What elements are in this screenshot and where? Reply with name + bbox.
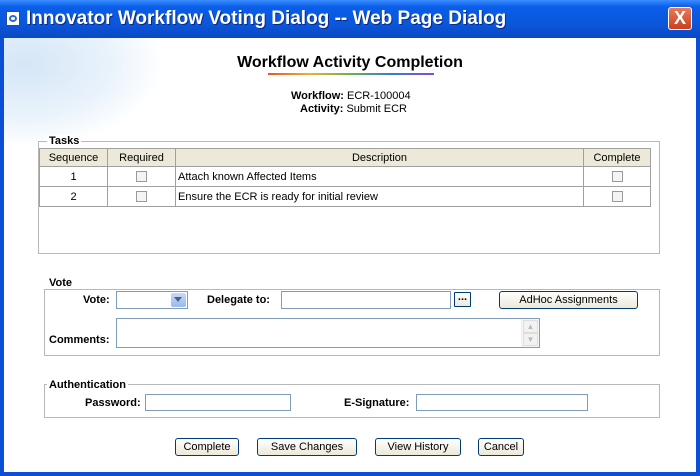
- delegate-input[interactable]: [281, 291, 451, 309]
- comments-scrollbar[interactable]: ▲ ▼: [521, 319, 539, 347]
- required-checkbox[interactable]: [136, 191, 147, 203]
- window-title: Innovator Workflow Voting Dialog -- Web …: [26, 8, 507, 29]
- workflow-info: Workflow: ECR-100004: [291, 90, 411, 102]
- ie-page-icon: [6, 11, 20, 26]
- dialog-window: Innovator Workflow Voting Dialog -- Web …: [0, 0, 700, 476]
- complete-checkbox[interactable]: [611, 191, 623, 203]
- close-button[interactable]: X: [668, 7, 692, 30]
- title-underline: [268, 73, 434, 75]
- sequence-cell: 1: [39, 166, 108, 187]
- page-title: Workflow Activity Completion: [237, 54, 463, 71]
- required-checkbox[interactable]: [136, 171, 147, 183]
- complete-cell: [583, 186, 651, 207]
- adhoc-assignments-button[interactable]: AdHoc Assignments: [499, 291, 638, 309]
- complete-button[interactable]: Complete: [175, 438, 239, 456]
- vote-select[interactable]: [116, 291, 188, 309]
- title-bar[interactable]: Innovator Workflow Voting Dialog -- Web …: [0, 0, 700, 38]
- sequence-cell: 2: [39, 186, 108, 207]
- password-input[interactable]: [145, 394, 291, 411]
- workflow-label: Workflow:: [291, 90, 344, 102]
- esignature-input[interactable]: [416, 394, 588, 411]
- delegate-label: Delegate to:: [207, 294, 270, 306]
- view-history-button[interactable]: View History: [375, 438, 461, 456]
- description-cell: Ensure the ECR is ready for initial revi…: [175, 186, 584, 207]
- complete-cell: [583, 166, 651, 187]
- scroll-up-icon[interactable]: ▲: [523, 320, 538, 333]
- tasks-table: Sequence Required Description Complete 1…: [39, 148, 651, 207]
- activity-label: Activity:: [300, 103, 344, 115]
- vote-legend: Vote: [47, 277, 75, 289]
- workflow-value: ECR-100004: [347, 90, 411, 102]
- required-cell: [107, 186, 176, 207]
- column-header-description[interactable]: Description: [175, 148, 584, 167]
- required-cell: [107, 166, 176, 187]
- table-row: 1 Attach known Affected Items: [39, 166, 651, 187]
- column-header-required[interactable]: Required: [107, 148, 176, 167]
- activity-info: Activity: Submit ECR: [300, 103, 407, 115]
- comments-textarea[interactable]: ▲ ▼: [116, 318, 540, 348]
- scroll-down-icon[interactable]: ▼: [523, 333, 538, 346]
- password-label: Password:: [85, 397, 141, 409]
- column-header-complete[interactable]: Complete: [583, 148, 651, 167]
- esignature-label: E-Signature:: [344, 397, 410, 409]
- chevron-down-icon[interactable]: [171, 293, 186, 307]
- complete-checkbox[interactable]: [611, 171, 623, 183]
- tasks-legend: Tasks: [47, 135, 82, 147]
- description-cell: Attach known Affected Items: [175, 166, 584, 187]
- delegate-browse-button[interactable]: ...: [454, 292, 471, 307]
- activity-value: Submit ECR: [346, 103, 407, 115]
- save-changes-button[interactable]: Save Changes: [257, 438, 357, 456]
- table-row: 2 Ensure the ECR is ready for initial re…: [39, 186, 651, 207]
- dialog-body: Workflow Activity Completion Workflow: E…: [4, 38, 696, 472]
- vote-label: Vote:: [83, 294, 110, 306]
- tasks-header-row: Sequence Required Description Complete: [39, 148, 651, 167]
- column-header-sequence[interactable]: Sequence: [39, 148, 108, 167]
- authentication-legend: Authentication: [47, 379, 128, 391]
- comments-label: Comments:: [49, 334, 110, 346]
- cancel-button[interactable]: Cancel: [478, 438, 524, 456]
